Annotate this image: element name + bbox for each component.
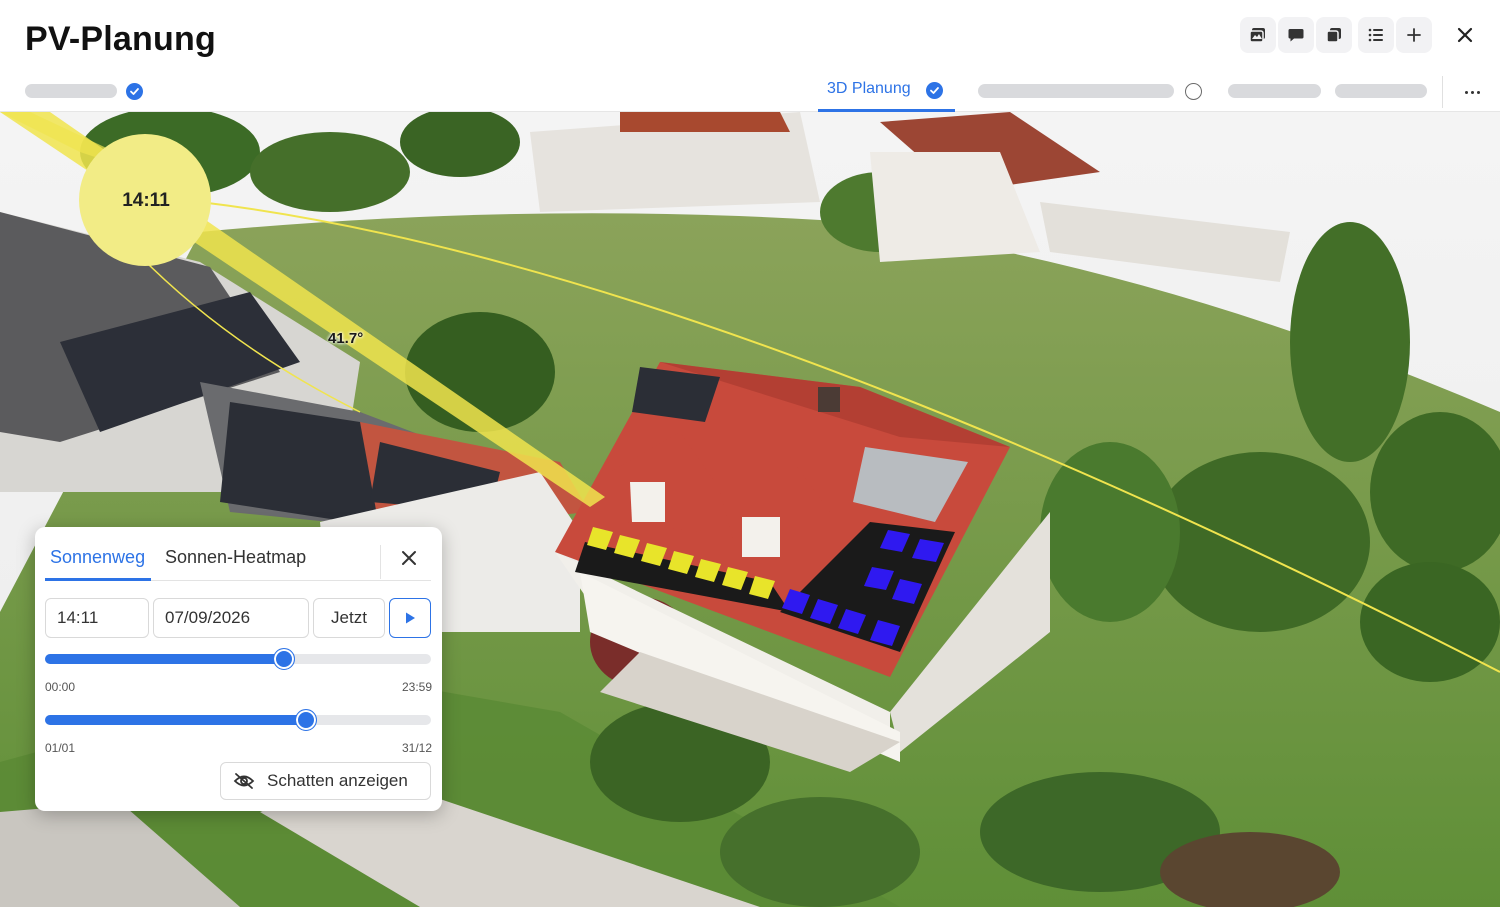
comment-button[interactable] [1278, 17, 1314, 53]
date-slider-min-label: 01/01 [45, 741, 76, 755]
step-1-placeholder[interactable] [25, 84, 117, 98]
app-header: PV-Planung 3D Planung [0, 0, 1500, 112]
layers-button[interactable] [1316, 17, 1352, 53]
date-slider[interactable] [45, 709, 431, 731]
sun-angle-label: 41.7° [328, 330, 364, 347]
eye-off-icon [233, 772, 255, 790]
time-slider-thumb[interactable] [273, 648, 296, 670]
step-3-placeholder[interactable] [978, 84, 1174, 98]
step-1-check-icon [126, 83, 143, 100]
more-options-button[interactable] [1460, 82, 1484, 102]
time-slider-fill [45, 654, 285, 664]
close-icon [1457, 27, 1473, 43]
close-icon [402, 551, 416, 565]
date-slider-max-label: 31/12 [401, 741, 432, 755]
date-slider-fill [45, 715, 306, 725]
page-title: PV-Planung [25, 20, 216, 58]
tab-3d-planung-label: 3D Planung [827, 80, 911, 97]
step-5-placeholder[interactable] [1335, 84, 1427, 98]
active-tab-indicator [45, 578, 151, 581]
step-navigation: 3D Planung [0, 70, 1500, 112]
tab-sonnenweg[interactable]: Sonnenweg [50, 547, 145, 568]
time-slider-min-label: 00:00 [45, 680, 76, 694]
more-dot-icon [1464, 90, 1468, 94]
date-input[interactable]: 07/09/2026 [153, 598, 309, 638]
sun-time-label: 14:11 [122, 190, 170, 211]
panel-close-button[interactable] [397, 546, 421, 570]
tab-3d-planung[interactable]: 3D Planung [818, 78, 955, 112]
gallery-button[interactable] [1240, 17, 1276, 53]
sun-path-panel: Sonnenweg Sonnen-Heatmap 14:11 07/09/202… [35, 527, 442, 811]
plus-icon [1407, 28, 1421, 42]
gallery-icon [1249, 28, 1265, 43]
step-3d-check-icon [926, 82, 943, 99]
show-shadows-label: Schatten anzeigen [267, 771, 408, 790]
show-shadows-button[interactable]: Schatten anzeigen [220, 762, 431, 800]
list-button[interactable] [1358, 17, 1394, 53]
now-button[interactable]: Jetzt [313, 598, 385, 638]
panel-tabs-separator [380, 545, 381, 579]
tab-sonnen-heatmap[interactable]: Sonnen-Heatmap [165, 547, 306, 568]
date-slider-thumb[interactable] [294, 709, 317, 731]
toolbar [1240, 17, 1432, 53]
step-4-placeholder[interactable] [1228, 84, 1321, 98]
time-slider[interactable] [45, 648, 431, 670]
close-window-button[interactable] [1450, 20, 1480, 50]
steps-divider [1442, 76, 1443, 108]
comment-icon [1288, 29, 1304, 42]
step-3-pending-icon [1185, 83, 1202, 100]
time-slider-max-label: 23:59 [401, 680, 432, 694]
play-button[interactable] [389, 598, 431, 638]
play-icon [406, 612, 415, 624]
layers-icon [1326, 28, 1341, 43]
add-button[interactable] [1396, 17, 1432, 53]
time-input[interactable]: 14:11 [45, 598, 149, 638]
list-icon [1368, 28, 1383, 42]
